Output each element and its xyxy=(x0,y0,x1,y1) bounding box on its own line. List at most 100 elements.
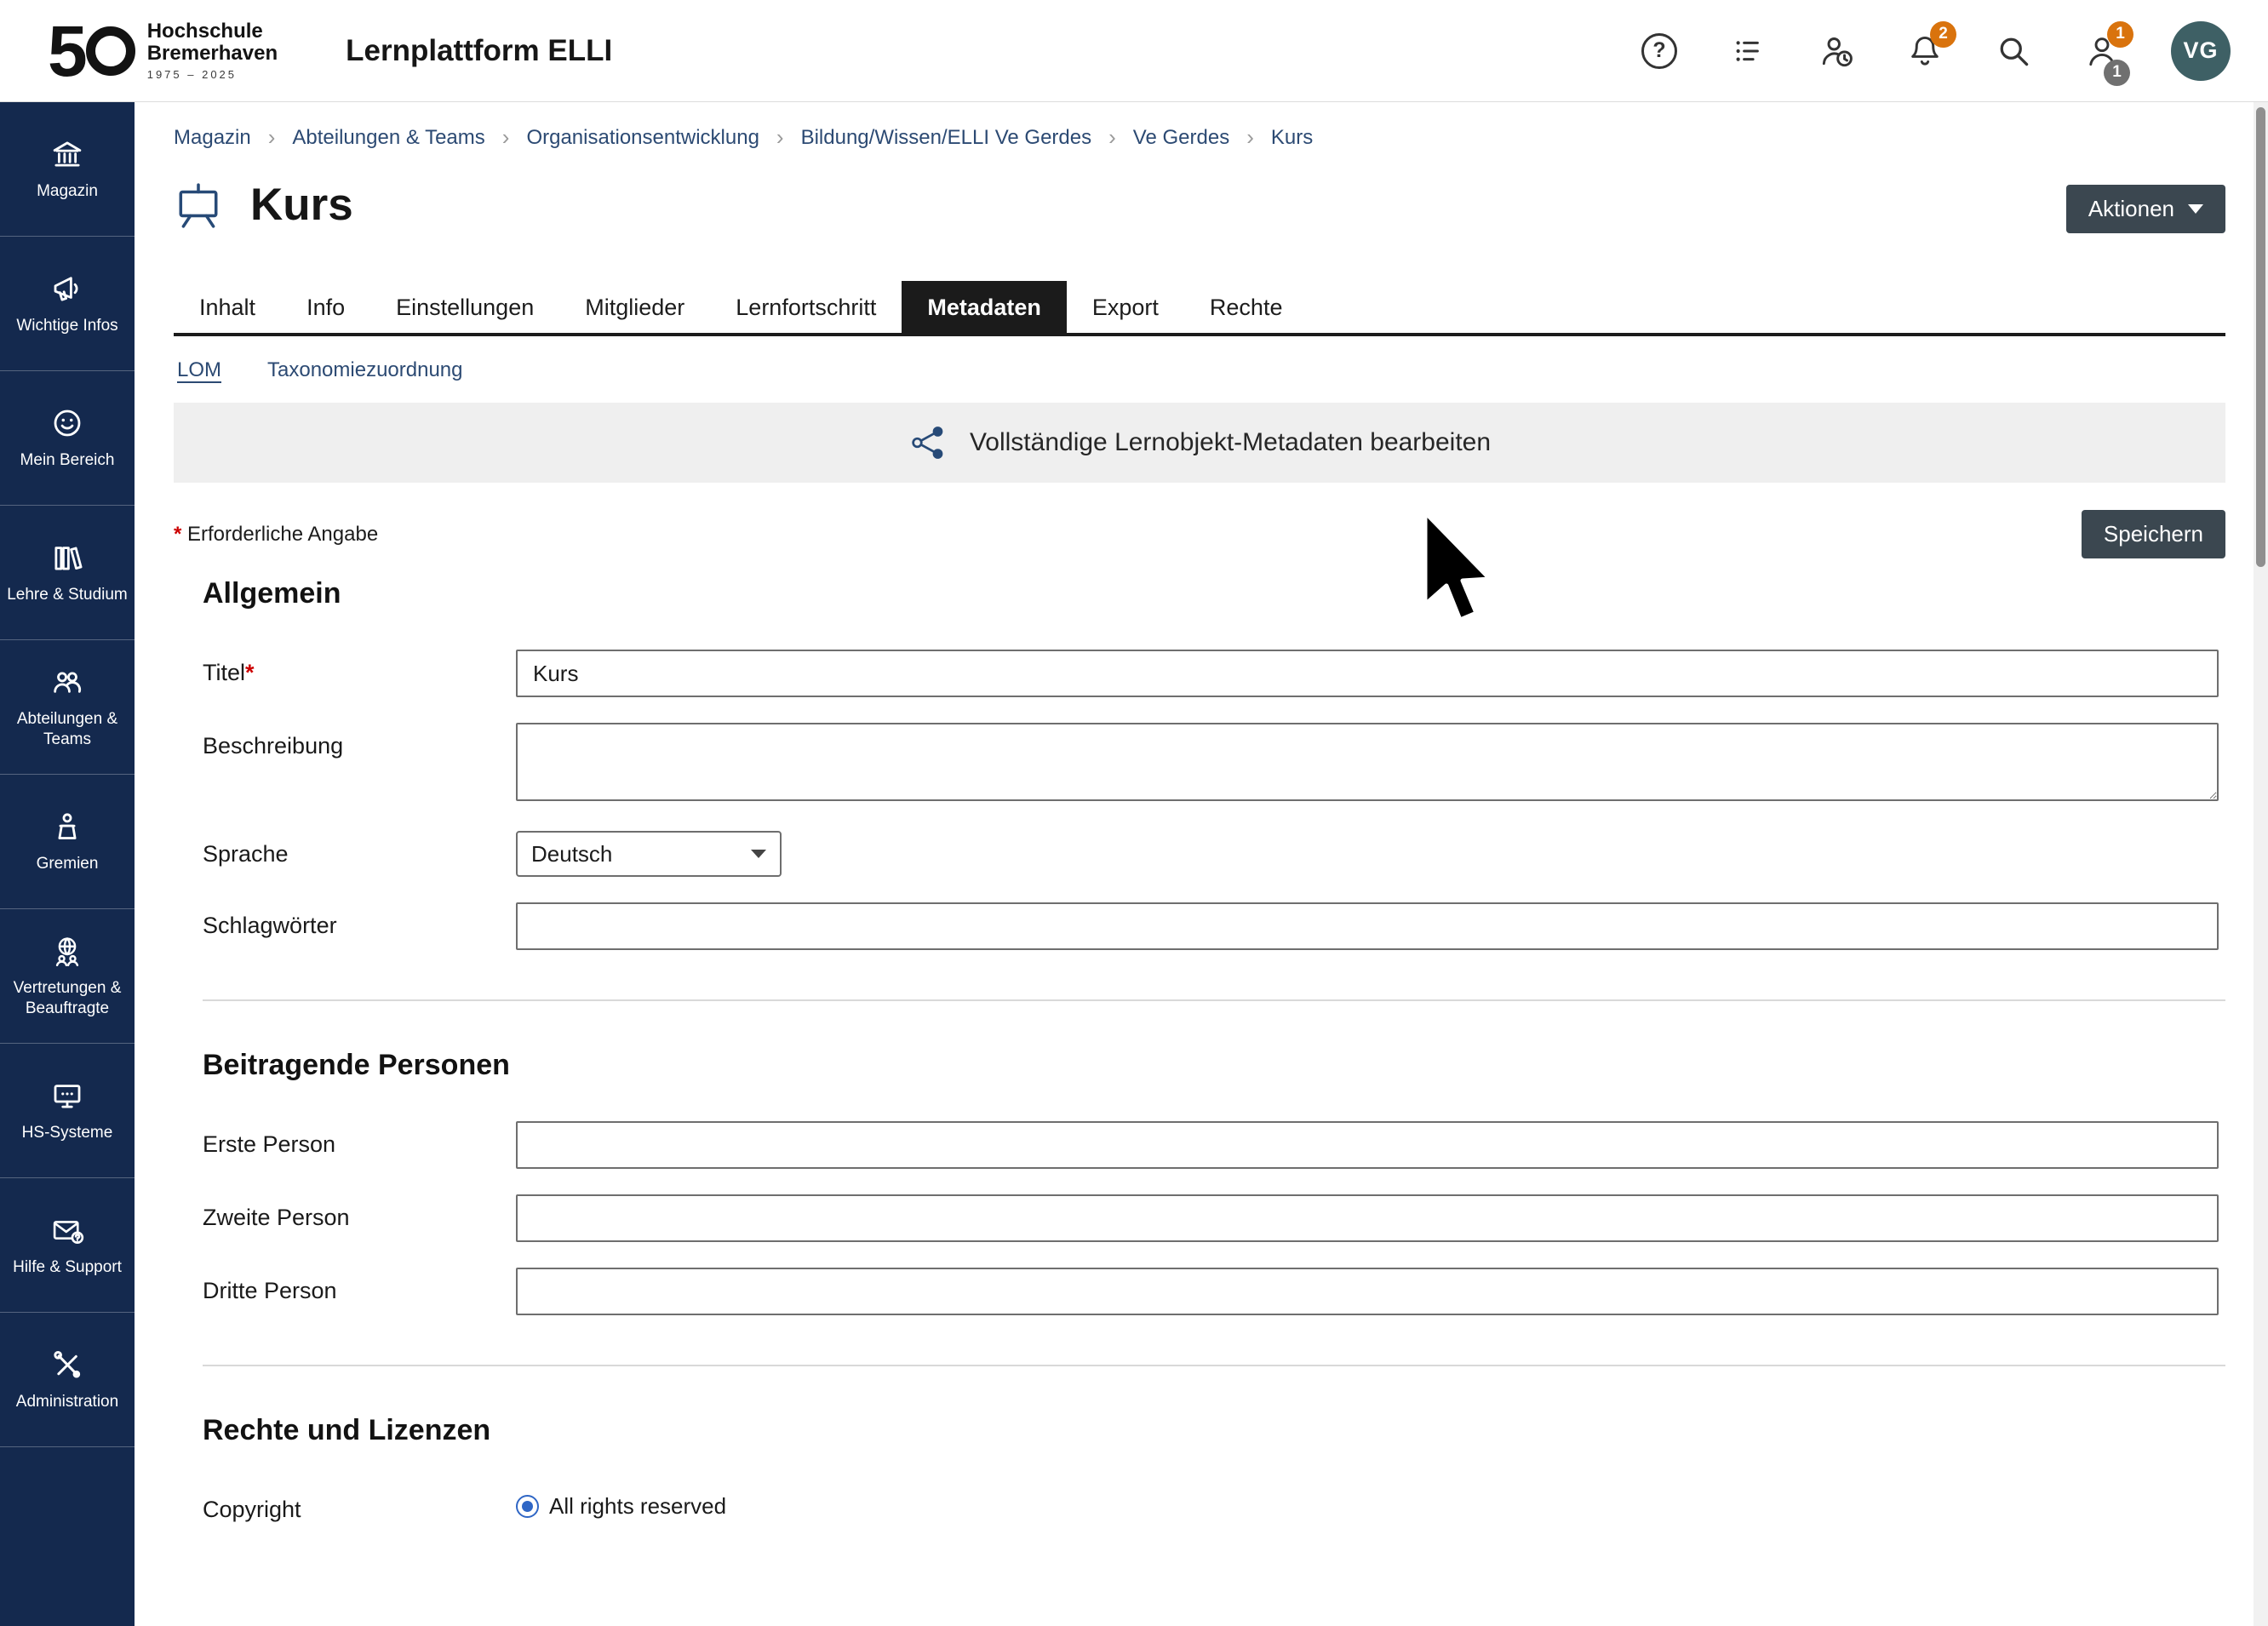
required-asterisk: * xyxy=(245,660,255,685)
schlagwoerter-input[interactable] xyxy=(516,902,2219,950)
sidebar-item-hilfe-support[interactable]: Hilfe & Support xyxy=(0,1178,135,1313)
aktionen-button[interactable]: Aktionen xyxy=(2066,185,2225,233)
breadcrumb-item[interactable]: Bildung/Wissen/ELLI Ve Gerdes xyxy=(801,126,1092,150)
erste-person-input[interactable] xyxy=(516,1121,2219,1169)
avatar-initials: VG xyxy=(2183,37,2218,64)
scrollbar-thumb[interactable] xyxy=(2256,107,2265,567)
share-graph-icon xyxy=(908,423,948,462)
chevron-right-icon: › xyxy=(1108,124,1116,151)
sidebar-item-mein-bereich[interactable]: Mein Bereich xyxy=(0,371,135,506)
form-row-zweite-person: Zweite Person xyxy=(203,1194,2225,1242)
sidebar-item-label: Vertretungen & Beauftragte xyxy=(5,978,129,1019)
breadcrumb-item[interactable]: Magazin xyxy=(174,126,251,150)
copyright-radio-row: All rights reserved xyxy=(516,1486,2219,1520)
logo-line2: Bremerhaven xyxy=(147,43,278,65)
sidebar-item-label: Magazin xyxy=(37,181,98,202)
erste-person-label: Erste Person xyxy=(203,1121,516,1158)
sidebar-item-hs-systeme[interactable]: HS-Systeme xyxy=(0,1044,135,1178)
tab-einstellungen[interactable]: Einstellungen xyxy=(370,281,559,333)
sidebar-item-lehre-studium[interactable]: Lehre & Studium xyxy=(0,506,135,640)
subtab-bar: LOM Taxonomiezuordnung xyxy=(174,336,2225,403)
contacts-badge-top: 1 xyxy=(2107,21,2133,48)
form-row-beschreibung: Beschreibung xyxy=(203,723,2225,805)
form-toolbar: * Erforderliche Angabe Speichern xyxy=(174,510,2225,558)
smiley-icon xyxy=(49,405,85,441)
copyright-option-label: All rights reserved xyxy=(549,1493,726,1520)
help-icon[interactable]: ? xyxy=(1640,31,1679,71)
zweite-person-input[interactable] xyxy=(516,1194,2219,1242)
header-icons: ? xyxy=(1640,21,2231,81)
breadcrumb: Magazin › Abteilungen & Teams › Organisa… xyxy=(174,102,2225,151)
logo-50-ring-icon xyxy=(86,26,135,76)
help-circle: ? xyxy=(1641,33,1677,69)
subtab-lom[interactable]: LOM xyxy=(177,358,221,382)
breadcrumb-item[interactable]: Kurs xyxy=(1271,126,1313,150)
sidebar-item-wichtige-infos[interactable]: Wichtige Infos xyxy=(0,237,135,371)
sidebar-item-abteilungen-teams[interactable]: Abteilungen & Teams xyxy=(0,640,135,775)
sidebar-item-vertretungen[interactable]: Vertretungen & Beauftragte xyxy=(0,909,135,1044)
radio-selected-icon[interactable] xyxy=(516,1495,539,1518)
sprache-selected-value: Deutsch xyxy=(531,841,612,867)
main-content: Magazin › Abteilungen & Teams › Organisa… xyxy=(135,102,2268,1626)
bell-icon[interactable]: 2 xyxy=(1905,31,1944,71)
avatar[interactable]: VG xyxy=(2171,21,2231,81)
caret-down-icon xyxy=(2188,204,2203,214)
titel-input[interactable] xyxy=(516,650,2219,697)
scrollbar-track[interactable] xyxy=(2254,102,2268,1626)
hsb-logo[interactable]: 5 Hochschule Bremerhaven 1975 – 2025 xyxy=(48,15,278,87)
subtab-taxonomiezuordnung[interactable]: Taxonomiezuordnung xyxy=(267,358,463,382)
form-row-dritte-person: Dritte Person xyxy=(203,1268,2225,1315)
sidebar-item-administration[interactable]: Administration xyxy=(0,1313,135,1447)
sidebar-item-label: Gremien xyxy=(37,854,99,874)
sidebar-item-label: Mein Bereich xyxy=(20,450,115,471)
breadcrumb-item[interactable]: Abteilungen & Teams xyxy=(292,126,484,150)
tools-icon xyxy=(49,1347,85,1383)
tab-mitglieder[interactable]: Mitglieder xyxy=(559,281,710,333)
bank-icon xyxy=(49,136,85,172)
dritte-person-input[interactable] xyxy=(516,1268,2219,1315)
user-clock-icon[interactable] xyxy=(1817,31,1856,71)
chevron-right-icon: › xyxy=(776,124,784,151)
bell-badge: 2 xyxy=(1930,21,1956,48)
podium-icon xyxy=(49,809,85,844)
titel-label: Titel* xyxy=(203,650,516,686)
megaphone-icon xyxy=(49,271,85,306)
aktionen-label: Aktionen xyxy=(2088,196,2174,222)
sprache-select[interactable]: Deutsch xyxy=(516,831,782,877)
form-row-copyright: Copyright All rights reserved xyxy=(203,1486,2225,1523)
tab-lernfortschritt[interactable]: Lernfortschritt xyxy=(710,281,902,333)
form-row-titel: Titel* xyxy=(203,650,2225,697)
books-icon xyxy=(49,540,85,575)
tab-rechte[interactable]: Rechte xyxy=(1184,281,1309,333)
sidebar-item-magazin[interactable]: Magazin xyxy=(0,102,135,237)
tab-export[interactable]: Export xyxy=(1067,281,1184,333)
tab-info[interactable]: Info xyxy=(281,281,370,333)
globe-people-icon xyxy=(49,933,85,969)
search-icon[interactable] xyxy=(1994,31,2033,71)
mail-question-icon xyxy=(49,1212,85,1248)
sidebar-item-gremien[interactable]: Gremien xyxy=(0,775,135,909)
banner-text: Vollständige Lernobjekt-Metadaten bearbe… xyxy=(970,428,1491,457)
title-row: Kurs Aktionen xyxy=(174,176,2225,233)
tab-inhalt[interactable]: Inhalt xyxy=(174,281,281,333)
monitor-icon xyxy=(49,1078,85,1114)
list-icon[interactable] xyxy=(1728,31,1767,71)
chevron-right-icon: › xyxy=(1246,124,1254,151)
breadcrumb-item[interactable]: Ve Gerdes xyxy=(1133,126,1229,150)
logo-text: Hochschule Bremerhaven 1975 – 2025 xyxy=(147,20,278,81)
chevron-right-icon: › xyxy=(502,124,510,151)
page-title: Kurs xyxy=(250,179,353,231)
beschreibung-textarea[interactable] xyxy=(516,723,2219,801)
sidebar: Magazin Wichtige Infos Mein Bereich xyxy=(0,102,135,1626)
edit-metadata-banner[interactable]: Vollständige Lernobjekt-Metadaten bearbe… xyxy=(174,403,2225,483)
zweite-person-label: Zweite Person xyxy=(203,1194,516,1231)
sidebar-item-label: Hilfe & Support xyxy=(13,1257,122,1278)
contacts-icon[interactable]: 1 1 xyxy=(2082,31,2122,71)
tab-metadaten[interactable]: Metadaten xyxy=(902,281,1067,333)
section-heading-rechte: Rechte und Lizenzen xyxy=(203,1414,2225,1447)
sidebar-item-label: Administration xyxy=(16,1392,118,1412)
save-button[interactable]: Speichern xyxy=(2082,510,2225,558)
breadcrumb-item[interactable]: Organisationsentwicklung xyxy=(526,126,759,150)
logo-years: 1975 – 2025 xyxy=(147,68,278,81)
people-icon xyxy=(49,664,85,700)
